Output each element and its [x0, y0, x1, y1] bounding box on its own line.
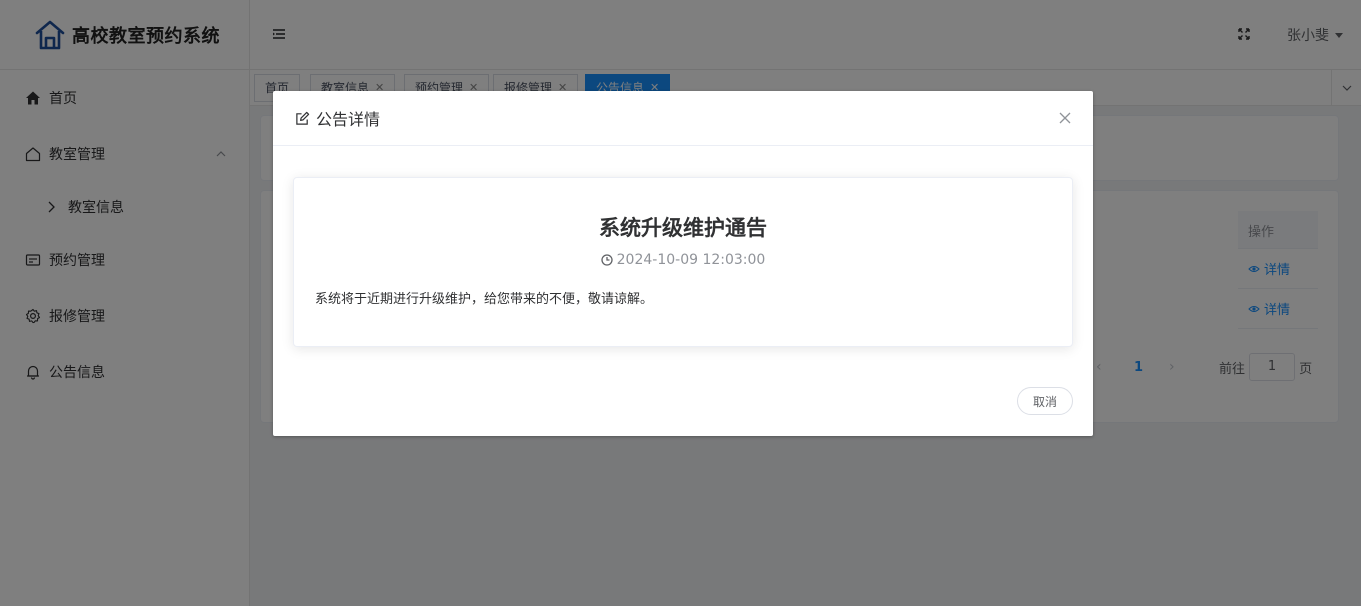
close-icon[interactable]	[1059, 112, 1071, 124]
clock-icon	[600, 254, 613, 266]
edit-icon	[296, 111, 310, 125]
dialog-header: 公告详情	[273, 91, 1093, 146]
notice-time-text: 2024-10-09 12:03:00	[616, 252, 766, 268]
notice-title: 系统升级维护通告	[599, 216, 767, 240]
dialog-title: 公告详情	[316, 110, 381, 129]
notice-content: 系统将于近期进行升级维护，给您带来的不便，敬请谅解。	[315, 292, 654, 307]
cancel-button[interactable]: 取消	[1017, 387, 1073, 415]
notice-card: 系统升级维护通告 2024-10-09 12:03:00 系统将于近期进行升级维…	[293, 177, 1073, 347]
notice-detail-dialog: 公告详情 系统升级维护通告 2024-10-09 12:03:00 系统将于近期…	[273, 91, 1093, 436]
notice-time: 2024-10-09 12:03:00	[294, 252, 1072, 268]
